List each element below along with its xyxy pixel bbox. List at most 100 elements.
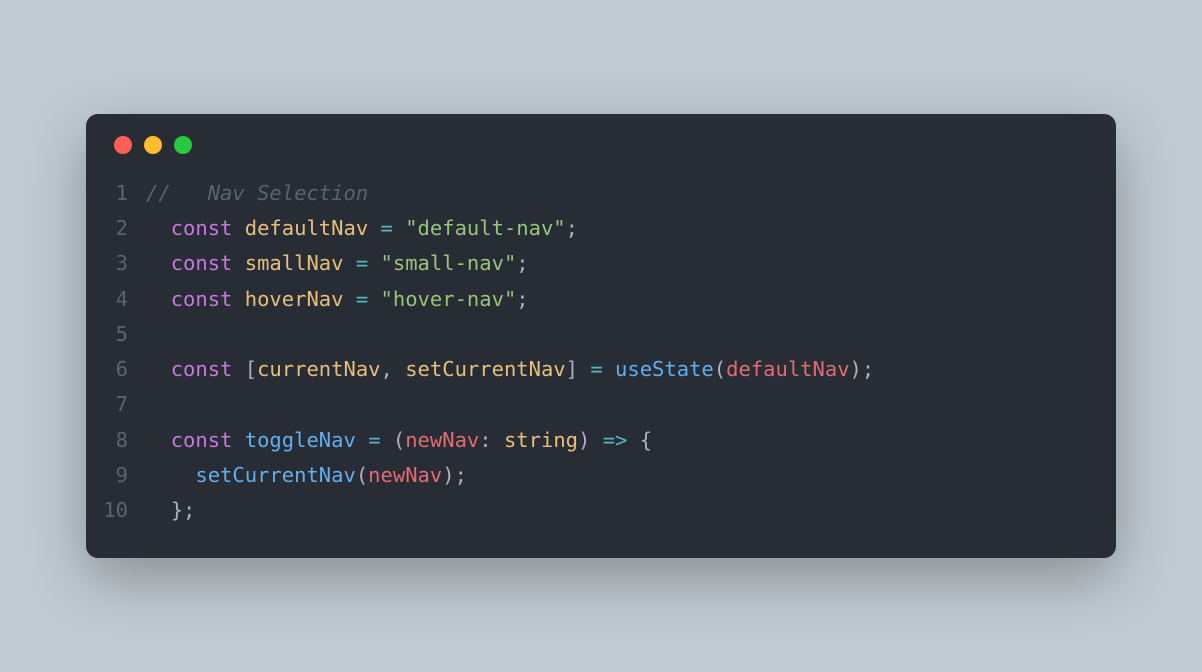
line-number: 5 [96, 317, 146, 352]
code-content: const defaultNav = "default-nav"; [146, 211, 578, 246]
line-number: 7 [96, 387, 146, 422]
code-line: 3 const smallNav = "small-nav"; [96, 246, 1088, 281]
token: ; [566, 216, 578, 240]
token [603, 357, 615, 381]
maximize-icon[interactable] [174, 136, 192, 154]
token [146, 498, 171, 522]
line-number: 8 [96, 423, 146, 458]
token: "hover-nav" [381, 287, 517, 311]
token [368, 216, 380, 240]
token: defaultNav [245, 216, 368, 240]
token: const [171, 287, 233, 311]
token [344, 287, 356, 311]
token: const [171, 251, 233, 275]
code-content: setCurrentNav(newNav); [146, 458, 467, 493]
token: }; [171, 498, 196, 522]
code-line: 5 [96, 317, 1088, 352]
token: ; [516, 251, 528, 275]
token [146, 287, 171, 311]
code-content: // Nav Selection [146, 176, 368, 211]
code-content: }; [146, 493, 195, 528]
token: = [590, 357, 602, 381]
code-line: 2 const defaultNav = "default-nav"; [96, 211, 1088, 246]
token: // Nav Selection [146, 181, 368, 205]
token: toggleNav [245, 428, 356, 452]
token [146, 251, 171, 275]
code-line: 6 const [currentNav, setCurrentNav] = us… [96, 352, 1088, 387]
token: newNav [368, 463, 442, 487]
token: hoverNav [245, 287, 344, 311]
line-number: 4 [96, 282, 146, 317]
token [578, 357, 590, 381]
token: = [381, 216, 393, 240]
token: ; [516, 287, 528, 311]
token: ] [566, 357, 578, 381]
token: = [368, 428, 380, 452]
line-number: 6 [96, 352, 146, 387]
token: smallNav [245, 251, 344, 275]
token: setCurrentNav [405, 357, 565, 381]
code-content: const [currentNav, setCurrentNav] = useS… [146, 352, 874, 387]
token [146, 463, 195, 487]
token [368, 287, 380, 311]
window-titlebar [86, 114, 1116, 164]
code-line: 9 setCurrentNav(newNav); [96, 458, 1088, 493]
token: = [356, 287, 368, 311]
token: ); [850, 357, 875, 381]
code-content: const hoverNav = "hover-nav"; [146, 282, 529, 317]
token: => [603, 428, 628, 452]
token [368, 251, 380, 275]
token: ( [714, 357, 726, 381]
token [344, 251, 356, 275]
token: string [504, 428, 578, 452]
line-number: 3 [96, 246, 146, 281]
minimize-icon[interactable] [144, 136, 162, 154]
code-content: const toggleNav = (newNav: string) => { [146, 423, 652, 458]
token [627, 428, 639, 452]
token: defaultNav [726, 357, 849, 381]
line-number: 2 [96, 211, 146, 246]
line-number: 10 [96, 493, 146, 528]
token: { [640, 428, 652, 452]
token: ) [578, 428, 590, 452]
token: "default-nav" [405, 216, 565, 240]
token: setCurrentNav [195, 463, 355, 487]
token: ( [356, 463, 368, 487]
token [590, 428, 602, 452]
token [356, 428, 368, 452]
token [146, 428, 171, 452]
token [146, 216, 171, 240]
token: const [171, 357, 233, 381]
token: [ [245, 357, 257, 381]
line-number: 1 [96, 176, 146, 211]
code-window: 1// Nav Selection2 const defaultNav = "d… [86, 114, 1116, 559]
token [232, 216, 244, 240]
token: = [356, 251, 368, 275]
token: ); [442, 463, 467, 487]
token [393, 216, 405, 240]
code-line: 10 }; [96, 493, 1088, 528]
token: currentNav [257, 357, 380, 381]
token [232, 357, 244, 381]
code-line: 4 const hoverNav = "hover-nav"; [96, 282, 1088, 317]
token: newNav [405, 428, 479, 452]
code-editor[interactable]: 1// Nav Selection2 const defaultNav = "d… [86, 164, 1116, 559]
token: : [479, 428, 504, 452]
token [146, 357, 171, 381]
code-line: 8 const toggleNav = (newNav: string) => … [96, 423, 1088, 458]
code-line: 7 [96, 387, 1088, 422]
token: const [171, 216, 233, 240]
line-number: 9 [96, 458, 146, 493]
token [232, 428, 244, 452]
token [381, 428, 393, 452]
code-content: const smallNav = "small-nav"; [146, 246, 529, 281]
token: const [171, 428, 233, 452]
code-line: 1// Nav Selection [96, 176, 1088, 211]
token: ( [393, 428, 405, 452]
token [232, 287, 244, 311]
token: , [381, 357, 406, 381]
code-content [146, 317, 158, 352]
code-content [146, 387, 158, 422]
token: useState [615, 357, 714, 381]
close-icon[interactable] [114, 136, 132, 154]
